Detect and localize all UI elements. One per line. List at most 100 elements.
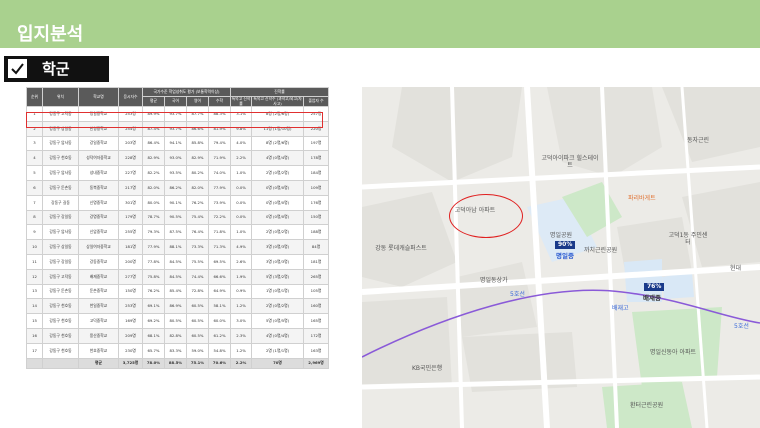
checkbox-icon	[8, 59, 27, 78]
table-row: 14 강동구 천호동 천일중학교 253명 69.1% 86.9% 60.5% 58.1% 1.…	[26, 298, 330, 315]
table-cell: 강동구 천호동	[42, 313, 79, 329]
table-cell: 0.9%	[230, 283, 253, 300]
table-cell: 82.0%	[186, 179, 209, 196]
table-cell: 73.3%	[186, 239, 209, 255]
table-cell: 3명 (0명/3명)	[251, 239, 305, 255]
table-cell: 75.1%	[186, 357, 209, 369]
table-cell: 70.6%	[207, 357, 232, 369]
table-cell: 68.1%	[142, 327, 165, 344]
map-label-hwanteo-park: 환터근린공원	[630, 402, 664, 409]
table-cell: 강동구 둔촌동	[42, 179, 79, 196]
table-cell: 93.5%	[164, 165, 187, 181]
table-cell: 54.8%	[207, 342, 232, 359]
table-cell: 강동구 암사동	[42, 224, 79, 241]
table-row: 13 강동구 둔촌동 둔촌중학교 150명 76.2% 85.4% 72.8% 64.9% 0.…	[26, 283, 330, 300]
table-cell: 강동중학교	[78, 253, 119, 270]
highlight-ellipse	[449, 194, 523, 238]
table-cell: 14	[26, 298, 43, 315]
table-cell: 70명	[251, 357, 305, 369]
table-cell: 배재중학교	[78, 268, 119, 285]
table-cell: 9	[26, 224, 43, 241]
table-cell: 83.3%	[164, 342, 187, 359]
table-cell: 4	[26, 150, 43, 167]
table-cell: 84명	[303, 239, 330, 255]
table-cell: 3명 (0명/3명)	[251, 253, 305, 270]
col-graduates: 졸업자 수	[303, 96, 330, 107]
table-cell: 1.0%	[230, 165, 253, 181]
table-cell: 105명	[303, 283, 330, 300]
school-name-label: 명일중	[556, 252, 574, 260]
table-cell: 강동구 강일동	[42, 253, 79, 270]
table-cell: 77.9%	[207, 179, 232, 196]
table-cell: 2명 (0명/2명)	[251, 165, 305, 181]
table-cell: 82.9%	[186, 150, 209, 167]
table-cell: 강동구 천호동	[42, 150, 79, 167]
table-cell: 60.5%	[186, 313, 209, 329]
table-cell: 75.8%	[142, 268, 165, 285]
table-cell: 74.0%	[207, 165, 232, 181]
table-cell: 0명 (0명/0명)	[251, 179, 305, 196]
table-cell: 74.4%	[186, 268, 209, 285]
table-cell: 86.4%	[142, 135, 165, 152]
table-cell: 4.0%	[230, 135, 253, 152]
table-cell: 197명	[303, 135, 330, 152]
header-bar: 입지분석	[0, 0, 760, 48]
table-cell: 둔촌중학교	[78, 283, 119, 300]
table-cell	[26, 357, 43, 369]
table-cell: 16	[26, 327, 43, 344]
table-cell: 76.4%	[186, 224, 209, 241]
table-cell: 64.9%	[207, 283, 232, 300]
table-cell: 12	[26, 268, 43, 285]
table-cell: 75.5%	[186, 253, 209, 270]
table-cell: 1.2%	[230, 342, 253, 359]
map-label-myeongil-sangga: 명일동상가	[480, 277, 508, 284]
page-title: 입지분석	[17, 24, 84, 45]
table-row: 9 강동구 암사동 신암중학교 255명 79.3% 87.5% 76.4% 71.8% 1.0…	[26, 224, 330, 241]
map[interactable]: 동자근린 고덕아이파크 힐스테이트 파리바게트 고덕아남 아파트 명일공원 까치…	[362, 87, 760, 428]
col-rank: 순위	[26, 87, 43, 107]
table-cell: 61.2%	[207, 327, 232, 344]
table-cell: 2.2%	[230, 357, 253, 369]
table-cell: 160명	[303, 298, 330, 315]
table-cell: 71.8%	[207, 224, 232, 241]
col-korean: 국어	[164, 96, 187, 107]
table-cell: 77.8%	[142, 253, 165, 270]
section-title: 학군	[42, 60, 70, 78]
table-cell: 230명	[118, 342, 143, 359]
table-cell: 200명	[118, 253, 143, 270]
map-label-godeok-hillstate: 고덕아이파크 힐스테이트	[541, 155, 599, 169]
group-achievement: 국가수준 학업성취도 평가 (보통학력이상)	[141, 87, 232, 97]
table-cell: 217명	[118, 179, 143, 196]
table-cell: 8	[26, 209, 43, 226]
table-cell: 82.0%	[142, 179, 165, 196]
school-percent-badge: 76%	[644, 283, 665, 291]
table-cell: 85.8%	[186, 135, 209, 152]
table-cell: 2.6%	[230, 253, 253, 270]
table-cell: 184명	[303, 165, 330, 181]
table-cell: 5명 (3명/2명)	[251, 268, 305, 285]
table-cell: 188명	[303, 224, 330, 241]
table-cell: 2명 (0명/2명)	[251, 298, 305, 315]
table-cell: 82.2%	[142, 165, 165, 181]
table-cell: 80.5%	[164, 313, 187, 329]
table-cell: 60.5%	[186, 327, 209, 344]
table-cell: 강동구 천호동	[42, 298, 79, 315]
table-cell: 동북중학교	[78, 179, 119, 196]
table-row: 17 강동구 천호동 천호중학교 230명 65.7% 83.3% 59.0% 54.8% 1.…	[26, 342, 330, 359]
table-cell: 150명	[118, 283, 143, 300]
table-cell: 1.9%	[230, 268, 253, 285]
table-cell: 176명	[303, 194, 330, 211]
table-cell: 93.0%	[164, 150, 187, 167]
table-cell: 181명	[118, 239, 143, 255]
table-cell: 2명 (0명/2명)	[251, 224, 305, 241]
map-label-gangdong-lotte: 강동 롯데캐슬퍼스트	[375, 245, 427, 252]
table-cell: 15	[26, 313, 43, 329]
table-cell: 6	[26, 179, 43, 196]
table-cell: 87.5%	[164, 224, 187, 241]
table-row: 11 강동구 강일동 강동중학교 200명 77.8% 84.5% 75.5% 69.5% 2.…	[26, 253, 330, 270]
table-cell: 5	[26, 165, 43, 181]
table-cell: 78.7%	[142, 209, 165, 226]
table-cell: 강동구 고덕동	[42, 268, 79, 285]
table-cell: 179명	[118, 209, 143, 226]
table-cell: 77.9%	[142, 239, 165, 255]
